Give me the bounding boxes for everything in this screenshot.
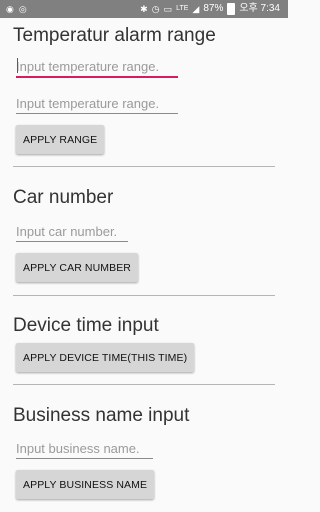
apply-device-time-button[interactable]: APPLY DEVICE TIME(THIS TIME): [16, 343, 195, 372]
network-type: LTE: [176, 5, 189, 12]
business-name-input[interactable]: [16, 438, 153, 459]
temperature-range-input-1[interactable]: [16, 56, 178, 78]
app-notification-icon: ◉: [6, 4, 14, 14]
temperature-section-title: Temperatur alarm range: [13, 25, 216, 46]
car-number-section-title: Car number: [13, 187, 114, 208]
signal-icon: ◢: [192, 4, 200, 14]
battery-icon: [227, 3, 236, 15]
section-divider: [13, 384, 275, 385]
battery-percent: 87%: [203, 3, 224, 14]
apply-business-name-button[interactable]: APPLY BUSINESS NAME: [16, 470, 155, 499]
temperature-range-input-2[interactable]: [16, 93, 178, 114]
system-icons: ✱ ◷ ▭ LTE ◢ 87% 오후 7:34: [140, 3, 280, 15]
business-name-section-title: Business name input: [13, 405, 190, 426]
car-number-input[interactable]: [16, 221, 128, 242]
alarm-icon: ◷: [151, 4, 160, 14]
apply-range-button[interactable]: APPLY RANGE: [16, 125, 105, 154]
vibrate-icon: ▭: [163, 4, 173, 14]
bluetooth-icon: ✱: [140, 4, 148, 14]
apply-car-number-button[interactable]: APPLY CAR NUMBER: [16, 253, 138, 282]
device-time-section-title: Device time input: [13, 315, 159, 336]
sync-notification-icon: ◎: [18, 4, 27, 14]
section-divider: [13, 166, 275, 167]
status-bar: ◉ ◎ ✱ ◷ ▭ LTE ◢ 87% 오후 7:34: [0, 0, 288, 18]
text-cursor: [17, 58, 18, 73]
section-divider: [13, 295, 275, 296]
notification-icons: ◉ ◎: [6, 3, 27, 15]
clock: 오후 7:34: [239, 3, 280, 14]
